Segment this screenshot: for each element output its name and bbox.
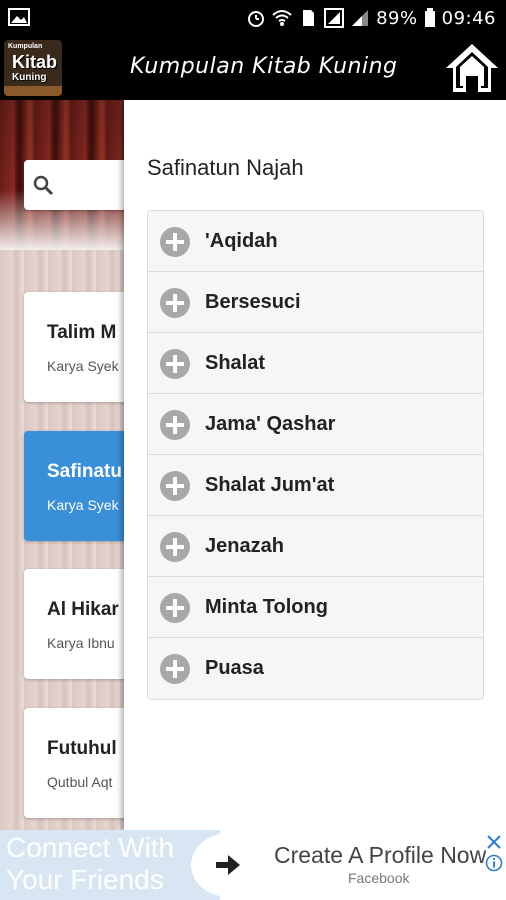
expand-plus-icon — [160, 227, 190, 257]
wifi-icon — [272, 10, 292, 26]
logo-line-1: Kumpulan — [8, 43, 43, 50]
chapter-label: 'Aqidah — [205, 230, 278, 252]
list-item-selected[interactable]: Safinatu Karya Syek — [24, 431, 134, 541]
chapter-item[interactable]: Jama' Qashar — [148, 394, 483, 455]
app-logo: Kumpulan Kitab Kuning — [4, 40, 62, 96]
battery-icon — [424, 8, 435, 27]
chapter-item[interactable]: Bersesuci — [148, 272, 483, 333]
ad-image-text-2: Your Friends — [6, 864, 164, 895]
expand-plus-icon — [160, 593, 190, 623]
battery-percent: 89% — [376, 7, 418, 29]
ad-image-text-1: Connect With — [6, 832, 175, 863]
list-item-title: Futuhul — [47, 738, 117, 759]
list-item-title: Al Hikar — [47, 599, 119, 620]
chapter-label: Bersesuci — [205, 291, 301, 313]
drawer-title: Safinatun Najah — [147, 155, 304, 180]
chapter-item[interactable]: Shalat — [148, 333, 483, 394]
list-item-subtitle: Karya Syek — [47, 497, 119, 513]
list-item[interactable]: Talim M Karya Syek — [24, 292, 134, 402]
arrow-right-icon — [216, 855, 240, 875]
chapter-item[interactable]: 'Aqidah — [148, 211, 483, 272]
expand-plus-icon — [160, 410, 190, 440]
chapter-label: Shalat Jum'at — [205, 474, 335, 496]
list-item-subtitle: Karya Syek — [47, 358, 119, 374]
list-item-title: Safinatu — [47, 461, 122, 482]
expand-plus-icon — [160, 471, 190, 501]
app-bar: Kumpulan Kitab Kuning Kumpulan Kitab Kun… — [0, 36, 506, 100]
list-item[interactable]: Al Hikar Karya Ibnu — [24, 569, 134, 679]
ad-headline: Create A Profile Now — [274, 842, 487, 868]
close-icon[interactable] — [486, 834, 502, 850]
list-item-subtitle: Karya Ibnu — [47, 635, 115, 651]
chapter-item[interactable]: Jenazah — [148, 516, 483, 577]
chapter-label: Jenazah — [205, 535, 284, 557]
ad-arrow-button[interactable] — [191, 833, 267, 897]
expand-plus-icon — [160, 654, 190, 684]
chapter-label: Shalat — [205, 352, 266, 374]
logo-line-2: Kitab — [12, 52, 57, 72]
logo-book-graphic — [4, 86, 62, 96]
status-icons: 89% 09:46 — [246, 6, 496, 30]
info-icon[interactable] — [485, 854, 503, 872]
list-item[interactable]: Futuhul Qutbul Aqt — [24, 708, 134, 818]
chapter-label: Puasa — [205, 657, 264, 679]
signal-icon — [352, 10, 369, 26]
list-item-subtitle: Qutbul Aqt — [47, 774, 113, 790]
sim-icon — [303, 10, 315, 26]
chapter-item[interactable]: Puasa — [148, 638, 483, 699]
expand-plus-icon — [160, 288, 190, 318]
status-bar: 89% 09:46 — [0, 0, 506, 36]
ad-source: Facebook — [348, 870, 410, 886]
chapter-drawer: Safinatun Najah 'Aqidah Bersesuci Shalat… — [124, 100, 506, 830]
chapter-label: Jama' Qashar — [205, 413, 336, 435]
chapter-label: Minta Tolong — [205, 596, 328, 618]
app-title: Kumpulan Kitab Kuning — [130, 54, 398, 79]
logo-line-3: Kuning — [12, 72, 47, 83]
search-input[interactable] — [24, 160, 134, 210]
chapter-item[interactable]: Minta Tolong — [148, 577, 483, 638]
ad-banner[interactable]: Connect With Your Friends Create A Profi… — [0, 830, 506, 900]
alarm-icon — [248, 11, 265, 27]
ad-image: Connect With Your Friends — [0, 830, 220, 900]
clock: 09:46 — [441, 7, 496, 29]
gallery-notification-icon — [8, 8, 30, 26]
signal-box-icon — [324, 8, 345, 28]
expand-plus-icon — [160, 349, 190, 379]
home-icon[interactable] — [444, 42, 500, 94]
list-item-title: Talim M — [47, 322, 117, 343]
chapter-menu: 'Aqidah Bersesuci Shalat Jama' Qashar Sh… — [147, 210, 484, 700]
expand-plus-icon — [160, 532, 190, 562]
search-icon — [33, 175, 54, 196]
chapter-item[interactable]: Shalat Jum'at — [148, 455, 483, 516]
